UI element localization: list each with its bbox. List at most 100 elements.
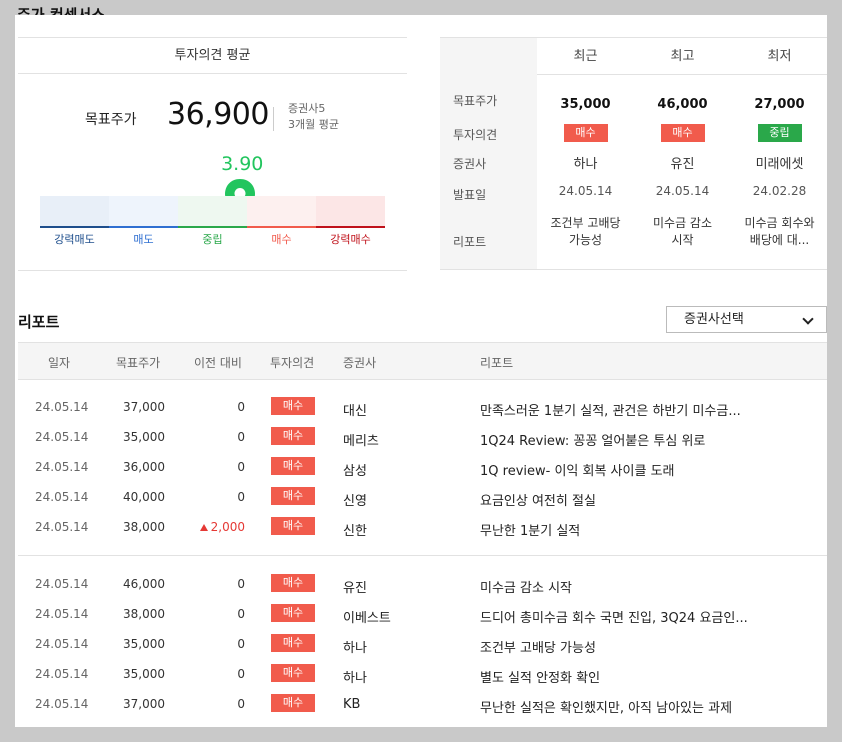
opinion-badge: 중립 <box>757 124 802 142</box>
change-cell: 0 <box>18 637 245 651</box>
change-cell: 0 <box>18 460 245 474</box>
divider <box>18 270 407 271</box>
opinion-badge: 매수 <box>271 604 315 622</box>
table-row[interactable]: 24.05.14 40,000 0 매수 신영 요금인상 여전히 절실 <box>18 483 827 513</box>
report-link[interactable]: 무난한 실적은 확인했지만, 아직 남아있는 과제 <box>480 697 732 716</box>
change-cell: 0 <box>18 667 245 681</box>
up-triangle-icon <box>199 524 208 531</box>
gauge-label: 강력매수 <box>330 233 371 246</box>
report-link[interactable]: 무난한 1분기 실적 <box>480 520 580 539</box>
change-value: 2,000 <box>210 520 245 534</box>
report-link[interactable]: 별도 실적 안정화 확인 <box>480 667 600 686</box>
opinion-cell: 매수 <box>271 694 315 712</box>
change-value: 0 <box>237 607 245 621</box>
table-row[interactable]: 24.05.14 35,000 0 매수 하나 조건부 고배당 가능성 <box>18 630 827 660</box>
col-header-high: 최고 <box>670 49 695 64</box>
opinion-gauge <box>40 196 385 228</box>
table-row[interactable]: 24.05.14 46,000 0 매수 유진 미수금 감소 시작 <box>18 570 827 600</box>
report-link[interactable]: 1Q review- 이익 회복 사이클 도래 <box>480 460 675 479</box>
change-value: 0 <box>237 430 245 444</box>
row-label-broker: 증권사 <box>453 157 487 171</box>
opinion-badge: 매수 <box>271 664 315 682</box>
gauge-segment <box>178 196 247 228</box>
broker-count: 증권사5 <box>288 102 326 115</box>
opinion-average-title: 투자의견 평균 <box>18 37 407 74</box>
report-link[interactable]: 드디어 총미수금 회수 국면 진입, 3Q24 요금인... <box>480 607 748 626</box>
opinion-cell: 매수 <box>271 487 315 505</box>
report-table-header: 일자 목표주가 이전 대비 투자의견 증권사 리포트 <box>18 342 827 380</box>
opinion-badge: 매수 <box>271 634 315 652</box>
table-row[interactable]: 24.05.14 35,000 0 매수 하나 별도 실적 안정화 확인 <box>18 660 827 690</box>
row-label-date: 발표일 <box>453 188 487 202</box>
row-label-opinion: 투자의견 <box>453 128 498 142</box>
report-link[interactable]: 미수금 회수와배당에 대... <box>731 215 828 249</box>
opinion-cell: 매수 <box>271 664 315 682</box>
opinion-cell: 매수 <box>271 634 315 652</box>
table-row[interactable]: 24.05.14 37,000 0 매수 대신 만족스러운 1분기 실적, 관건은 하반기… <box>18 393 827 423</box>
report-link[interactable]: 조건부 고배당 가능성 <box>537 215 634 249</box>
opinion-badge: 매수 <box>660 124 705 142</box>
change-value: 0 <box>237 400 245 414</box>
opinion-badge: 매수 <box>271 694 315 712</box>
table-row[interactable]: 24.05.14 38,000 2,000 매수 신한 무난한 1분기 실적 <box>18 513 827 543</box>
opinion-score: 3.90 <box>221 153 264 175</box>
change-cell: 0 <box>18 607 245 621</box>
report-link[interactable]: 1Q24 Review: 꽁꽁 얼어붙은 투심 위로 <box>480 430 705 449</box>
broker-select[interactable]: 증권사선택 <box>666 306 827 333</box>
broker-cell: 이베스트 <box>343 611 391 626</box>
opinion-badge: 매수 <box>271 427 315 445</box>
change-value: 0 <box>237 490 245 504</box>
change-value: 0 <box>237 697 245 711</box>
report-line: 배당에 대... <box>749 233 810 247</box>
broker-cell: 유진 <box>670 157 695 172</box>
gauge-segment <box>316 196 385 228</box>
broker-cell: 미래에셋 <box>755 157 804 172</box>
gauge-segment <box>40 196 109 228</box>
opinion-cell: 매수 <box>271 517 315 535</box>
opinion-cell: 매수 <box>271 457 315 475</box>
opinion-badge: 매수 <box>271 517 315 535</box>
change-value: 0 <box>237 577 245 591</box>
change-cell: 0 <box>18 577 245 591</box>
divider <box>273 107 274 131</box>
target-price-label: 목표주가 <box>85 112 137 128</box>
change-cell: 0 <box>18 697 245 711</box>
col-header-recent: 최근 <box>573 49 598 64</box>
broker-cell: 신영 <box>343 494 367 509</box>
table-row[interactable]: 24.05.14 35,000 0 매수 메리츠 1Q24 Review: 꽁꽁 얼어붙은… <box>18 423 827 453</box>
target-price-cell: 35,000 <box>560 97 611 112</box>
table-row[interactable]: 24.05.14 36,000 0 매수 삼성 1Q review- 이익 회복 사이클 … <box>18 453 827 483</box>
report-line: 가능성 <box>568 233 603 247</box>
gauge-label: 강력매도 <box>54 233 95 246</box>
table-row[interactable]: 24.05.14 37,000 0 매수 KB 무난한 실적은 확인했지만, 아직 남아있… <box>18 690 827 720</box>
opinion-cell: 매수 <box>271 397 315 415</box>
report-line: 시작 <box>671 233 694 247</box>
broker-cell: KB <box>343 697 361 712</box>
broker-cell: 메리츠 <box>343 434 379 449</box>
report-link[interactable]: 만족스러운 1분기 실적, 관건은 하반기 미수금... <box>480 400 741 419</box>
gauge-label: 매도 <box>133 233 154 246</box>
broker-cell: 신한 <box>343 524 367 539</box>
report-link[interactable]: 미수금 감소 시작 <box>480 577 572 596</box>
broker-cell: 유진 <box>343 581 367 596</box>
target-price-meta: 증권사5 3개월 평균 <box>288 101 339 133</box>
date-cell: 24.05.14 <box>558 184 613 198</box>
header-target: 목표주가 <box>116 356 161 370</box>
row-label-target: 목표주가 <box>453 94 498 108</box>
recent-opinion-table: 최근 최고 최저 목표주가 투자의견 증권사 발표일 리포트 35,000 매수 하… <box>440 37 827 270</box>
opinion-badge: 매수 <box>271 457 315 475</box>
report-link[interactable]: 요금인상 여전히 절실 <box>480 490 596 509</box>
report-line: 미수금 회수와 <box>744 216 815 230</box>
report-link[interactable]: 미수금 감소시작 <box>634 215 731 249</box>
opinion-cell: 매수 <box>537 124 634 142</box>
gauge-label: 매수 <box>271 233 292 246</box>
opinion-badge: 매수 <box>271 574 315 592</box>
opinion-cell: 매수 <box>271 574 315 592</box>
broker-cell: 하나 <box>343 641 367 656</box>
report-link[interactable]: 조건부 고배당 가능성 <box>480 637 596 656</box>
table-row[interactable]: 24.05.14 38,000 0 매수 이베스트 드디어 총미수금 회수 국면 진입, … <box>18 600 827 630</box>
report-line: 미수금 감소 <box>652 216 712 230</box>
consensus-panel: 투자의견 평균 목표주가 36,900 증권사5 3개월 평균 3.90 강력매… <box>15 15 827 727</box>
change-value: 0 <box>237 637 245 651</box>
period-label: 3개월 평균 <box>288 118 339 131</box>
